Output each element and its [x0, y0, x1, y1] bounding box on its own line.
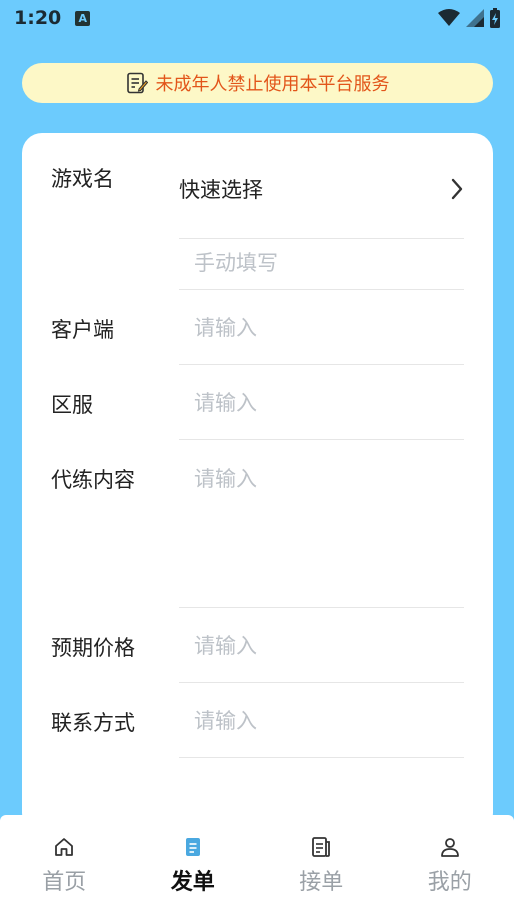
tab-post-order[interactable]: 发单	[129, 815, 258, 913]
status-time: 1:20	[14, 7, 62, 29]
tab-post-order-label: 发单	[170, 870, 215, 895]
game-name-label: 游戏名	[51, 167, 114, 191]
notice-text: 未成年人禁止使用本平台服务	[155, 74, 390, 95]
server-label: 区服	[51, 393, 93, 417]
tab-accept-order-label: 接单	[299, 870, 344, 895]
battery-charging-icon	[490, 8, 500, 28]
tab-accept-order[interactable]: 接单	[257, 815, 386, 913]
content-textarea[interactable]	[179, 453, 464, 603]
client-input[interactable]	[179, 303, 464, 353]
price-label: 预期价格	[51, 636, 135, 660]
profile-icon	[440, 838, 459, 857]
minor-prohibition-notice: 未成年人禁止使用本平台服务	[22, 63, 493, 103]
tab-profile-label: 我的	[427, 870, 472, 895]
client-field	[179, 303, 464, 365]
server-field	[179, 378, 464, 440]
tab-home[interactable]: 首页	[0, 815, 129, 913]
home-icon	[55, 838, 74, 856]
post-order-icon	[185, 838, 200, 856]
manual-game-name-input[interactable]	[179, 237, 464, 289]
price-field	[179, 621, 464, 683]
wifi-icon	[438, 9, 460, 26]
order-form-card: 游戏名 快速选择 客户端 区服 代练内容 预期价格 联系方式	[22, 133, 493, 833]
client-label: 客户端	[51, 318, 114, 342]
contact-label: 联系方式	[51, 711, 135, 735]
contact-input[interactable]	[179, 696, 464, 746]
contact-field	[179, 696, 464, 758]
content-field	[179, 453, 464, 608]
notice-document-icon	[126, 72, 148, 94]
content-label: 代练内容	[51, 468, 135, 492]
status-bar: 1:20 A	[0, 0, 514, 36]
quick-select-text: 快速选择	[179, 177, 263, 202]
status-icons	[438, 8, 500, 28]
notification-a-icon: A	[75, 10, 91, 26]
tab-profile[interactable]: 我的	[386, 815, 514, 913]
accept-order-icon	[312, 837, 331, 857]
quick-select-button[interactable]: 快速选择	[179, 157, 464, 239]
bottom-tab-bar: 首页 发单 接单 我的	[0, 815, 514, 913]
server-input[interactable]	[179, 378, 464, 428]
price-input[interactable]	[179, 621, 464, 671]
tab-home-label: 首页	[42, 870, 87, 895]
chevron-right-icon	[451, 178, 463, 199]
signal-icon	[466, 9, 484, 27]
manual-game-name-field	[179, 237, 464, 290]
